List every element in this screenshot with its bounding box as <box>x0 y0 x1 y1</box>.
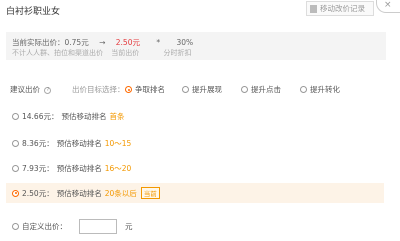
goal-option-rank[interactable]: 争取排名 <box>125 84 165 95</box>
bid-estimate-text: 预估移动排名 <box>56 138 102 148</box>
goal-option-label: 提升展现 <box>192 85 222 94</box>
radio-icon <box>12 189 19 197</box>
goal-option-clicks[interactable]: 提升点击 <box>241 84 281 95</box>
summary-notes: 不计人人群、拍位和渠道出价 当前出价 分时折扣 <box>12 48 191 58</box>
custom-bid-input[interactable] <box>79 218 117 234</box>
goal-option-conversion[interactable]: 提升转化 <box>300 84 340 95</box>
history-button-label: 移动改价记录 <box>320 4 365 13</box>
time-discount: 30% <box>176 38 194 47</box>
bid-rank: 首条 <box>109 111 125 121</box>
goal-option-impressions[interactable]: 提升展现 <box>182 84 222 95</box>
bid-estimate-text: 预估移动排名 <box>61 111 107 121</box>
bid-option-2[interactable]: 8.36元： 预估移动排名 10～15 <box>6 133 384 153</box>
bid-rank: 16～20 <box>104 163 132 173</box>
suggested-bid-label: 建议出价 ? <box>10 84 52 95</box>
current-bid: 当前实际出价：0.75元 <box>12 38 89 47</box>
note-right: 分时折扣 <box>163 49 192 57</box>
bid-estimate-text: 预估移动排名 <box>56 188 102 198</box>
bid-option-4[interactable]: 2.50元： 预估移动排名 20条以后 当前 <box>6 183 384 203</box>
help-icon[interactable]: ? <box>44 86 52 94</box>
page-title: 白衬衫职业女 <box>6 7 61 17</box>
summary-row: 当前实际出价：0.75元 → 2.50元 * 30% <box>12 37 193 48</box>
close-icon: × <box>384 0 392 10</box>
goal-option-label: 争取排名 <box>135 85 165 94</box>
header-bar: 白衬衫职业女 移动改价记录 × <box>0 0 400 20</box>
custom-bid-unit: 元 <box>125 221 133 231</box>
arrow-icon: → <box>99 38 106 47</box>
radio-icon <box>12 112 19 120</box>
bid-estimate-text: 预估移动排名 <box>56 163 102 173</box>
bid-amount: 8.36元： <box>22 138 54 148</box>
bid-option-1[interactable]: 14.66元： 预估移动排名 首条 <box>6 106 384 126</box>
radio-icon[interactable] <box>12 222 19 230</box>
radio-icon <box>125 86 132 93</box>
radio-icon <box>241 86 248 93</box>
radio-icon <box>12 164 19 172</box>
document-icon <box>310 4 317 13</box>
custom-bid-label: 自定义出价： <box>22 221 67 231</box>
radio-icon <box>300 86 307 93</box>
goal-label: 出价目标选择： <box>72 85 125 94</box>
custom-bid-row: 自定义出价： 元 <box>6 218 133 234</box>
new-bid: 2.50元 <box>115 38 140 47</box>
bid-rank: 20条以后 <box>104 188 137 198</box>
note-left: 不计人人群、拍位和渠道出价 <box>12 49 103 57</box>
goal-option-label: 提升转化 <box>310 85 340 94</box>
note-mid: 当前出价 <box>111 49 140 57</box>
current-badge: 当前 <box>140 187 160 199</box>
bid-amount: 7.93元： <box>22 163 54 173</box>
multiply-sign: * <box>156 38 161 47</box>
bid-summary: 当前实际出价：0.75元 → 2.50元 * 30% 不计人人群、拍位和渠道出价… <box>6 32 386 60</box>
bid-amount: 14.66元： <box>22 111 59 121</box>
bid-option-3[interactable]: 7.93元： 预估移动排名 16～20 <box>6 158 384 178</box>
goal-option-label: 提升点击 <box>251 85 281 94</box>
suggested-bid-text: 建议出价 <box>10 85 40 94</box>
radio-icon <box>182 86 189 93</box>
close-button[interactable]: × <box>376 0 400 13</box>
bid-amount: 2.50元： <box>22 188 54 198</box>
radio-icon <box>12 139 19 147</box>
bid-rank: 10～15 <box>104 138 132 148</box>
history-button[interactable]: 移动改价记录 <box>306 1 374 16</box>
